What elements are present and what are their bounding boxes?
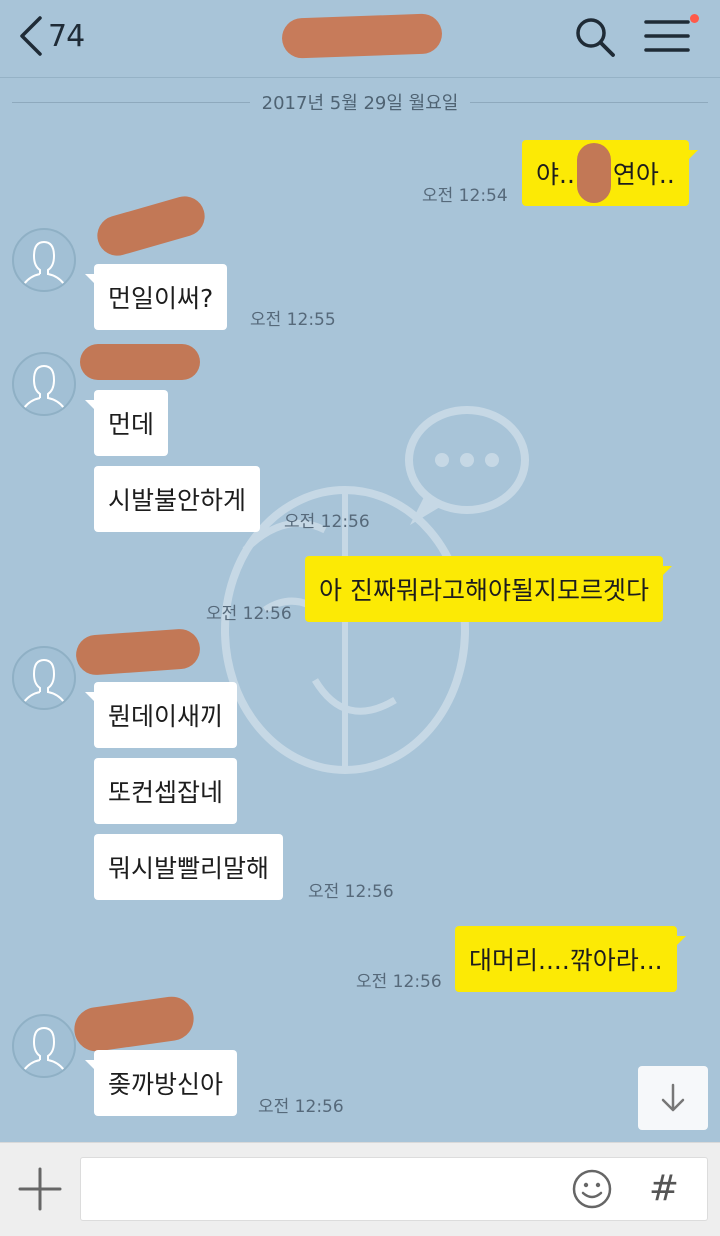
date-label: 2017년 5월 29일 월요일 [261,93,459,114]
avatar[interactable] [12,352,76,416]
message-time: 오전 12:54 [422,186,508,206]
chevron-left-icon [20,16,42,56]
sender-name-redacted [74,627,202,677]
person-icon [23,658,65,703]
emoji-button[interactable] [570,1167,614,1211]
received-message-bubble[interactable]: 또컨셉잡네 [94,758,238,824]
back-button[interactable]: 74 [18,14,85,58]
chat-header: 74 [0,0,720,78]
message-text: 좆까방신아 [108,1070,224,1099]
notification-dot [690,14,699,23]
hashtag-button[interactable]: # [644,1163,684,1213]
person-icon [23,1026,65,1071]
sender-name-redacted [92,191,210,261]
avatar[interactable] [12,1014,76,1078]
redacted-text [576,143,611,203]
received-message-bubble[interactable]: 먼일이써? [84,264,228,330]
search-button[interactable] [574,16,616,58]
message-text: 아 진짜뭐라고해야될지모르겟다 [319,576,649,605]
message-text: 뭐시발빨리말해 [108,854,270,883]
received-message-bubble[interactable]: 뭐시발빨리말해 [94,834,284,900]
message-text: 또컨셉잡네 [108,778,224,807]
menu-button[interactable] [644,16,692,56]
message-time: 오전 12:56 [206,604,292,624]
avatar[interactable] [12,228,76,292]
emoji-icon [572,1169,612,1209]
separator-line [470,101,709,103]
received-message-bubble[interactable]: 뭔데이새끼 [84,682,238,748]
my-message-bubble[interactable]: 아 진짜뭐라고해야될지모르겟다 [305,556,672,622]
chat-title-redacted [281,13,443,59]
my-message-bubble[interactable]: 대머리....깎아라... [455,926,686,992]
message-text: 뭔데이새끼 [108,702,224,731]
arrow-down-icon [661,1083,685,1112]
plus-icon [18,1167,62,1211]
received-message-bubble[interactable]: 먼데 [84,390,169,456]
received-message-bubble[interactable]: 시발불안하게 [94,466,261,532]
message-time: 오전 12:55 [250,310,336,330]
person-icon [23,364,65,409]
sender-name-redacted [71,993,197,1055]
message-input-bar: # [0,1142,720,1236]
message-time: 오전 12:56 [258,1097,344,1117]
person-icon [23,240,65,285]
search-icon [576,18,615,57]
sender-name-redacted [80,344,200,380]
menu-icon [644,20,690,52]
message-text: 시발불안하게 [108,486,247,515]
date-separator: 2017년 5월 29일 월요일 [12,88,709,116]
message-time: 오전 12:56 [356,972,442,992]
message-text: 야.. [536,160,575,189]
message-time: 오전 12:56 [284,512,370,532]
message-text: 연아.. [612,160,675,189]
scroll-to-bottom-button[interactable] [638,1066,708,1130]
received-message-bubble[interactable]: 좆까방신아 [84,1050,238,1116]
separator-line [12,101,250,103]
avatar[interactable] [12,646,76,710]
message-text: 대머리....깎아라... [469,946,663,975]
my-message-bubble[interactable]: 야.. 연아.. [522,140,698,206]
message-time: 오전 12:56 [308,882,394,902]
attach-button[interactable] [16,1165,64,1213]
message-text: 먼일이써? [108,284,214,313]
message-text: 먼데 [108,410,155,439]
unread-count: 74 [48,18,85,54]
